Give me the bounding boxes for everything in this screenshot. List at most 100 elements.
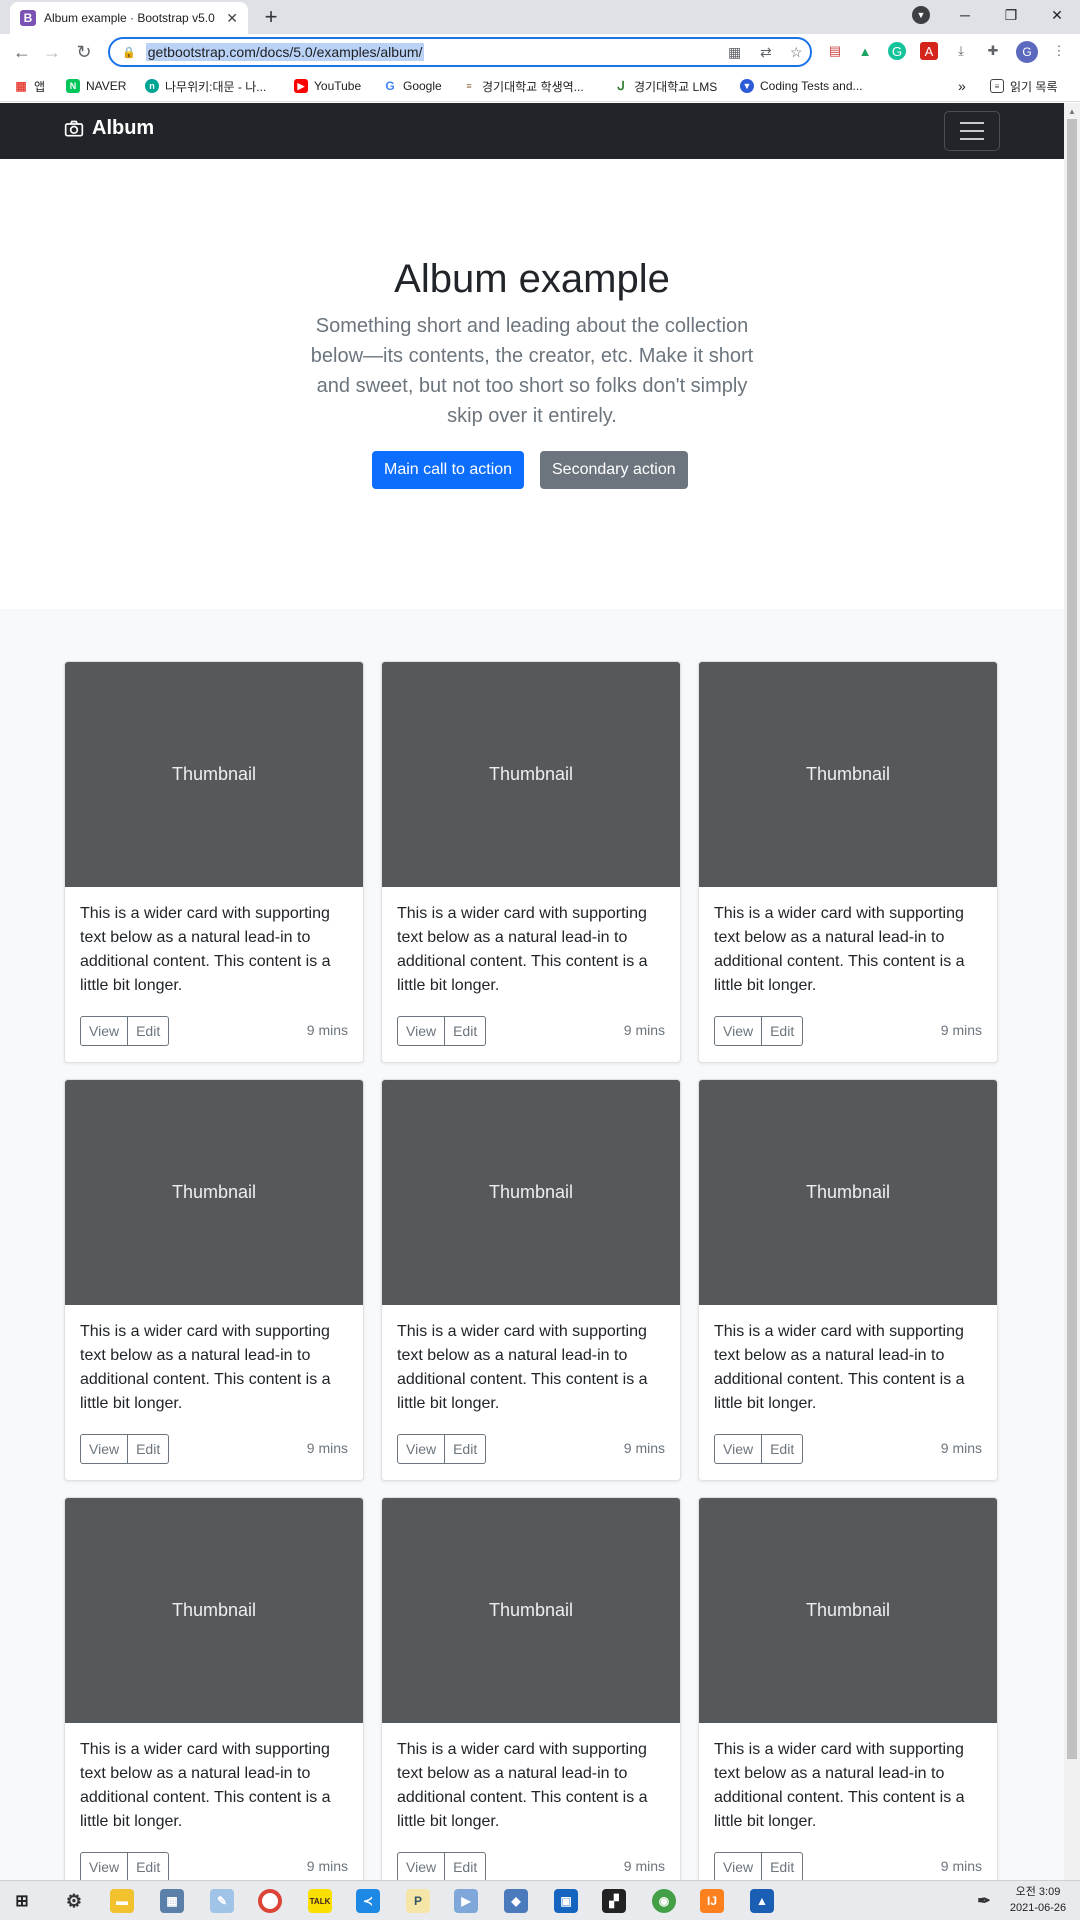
card-time-label: 9 mins [306,1022,348,1038]
bookmark-coding-tests[interactable]: ▼ Coding Tests and... [740,78,863,94]
clock-date: 2021-06-26 [1009,1902,1067,1914]
card-button-group: View Edit [397,1016,487,1046]
back-arrow-icon[interactable]: ← [10,40,34,64]
view-button[interactable]: View [714,1016,763,1046]
window-close-icon[interactable]: ✕ [1034,0,1080,30]
edit-button[interactable]: Edit [128,1434,170,1464]
lock-icon[interactable]: 🔒 [122,46,136,59]
python-file-icon[interactable]: P [406,1889,430,1913]
bookmark-kyonggi-lms[interactable]: ᒍ 경기대학교 LMS [614,78,717,94]
edit-button[interactable]: Edit [762,1016,804,1046]
address-bar[interactable]: 🔒 getbootstrap.com/docs/5.0/examples/alb… [108,37,812,67]
new-tab-button[interactable]: + [258,4,284,30]
view-button[interactable]: View [714,1434,763,1464]
qr-code-icon[interactable]: ▦ [728,44,741,61]
settings-gear-icon[interactable]: ⚙ [62,1889,86,1913]
extensions-puzzle-icon[interactable]: ✚ [984,42,1002,60]
chrome-icon[interactable] [258,1889,282,1913]
thumbnail-label: Thumbnail [488,1600,574,1620]
bookmark-google[interactable]: G Google [383,78,442,94]
pen-workspace-icon[interactable]: ✒ [972,1889,996,1913]
thumbnail-label: Thumbnail [488,1182,574,1202]
url-text[interactable]: getbootstrap.com/docs/5.0/examples/album… [145,43,425,61]
edit-button[interactable]: Edit [762,1852,804,1880]
secondary-action-button[interactable]: Secondary action [540,451,688,489]
view-button[interactable]: View [397,1016,446,1046]
bookmark-label: Coding Tests and... [760,79,863,93]
acrobat-icon[interactable]: A [920,42,938,60]
profile-avatar[interactable]: G [1016,41,1038,63]
notepad-icon[interactable]: ◆ [504,1889,528,1913]
scrollbar-thumb[interactable] [1067,119,1077,1759]
brand-link[interactable]: Album [64,117,154,140]
reload-icon[interactable]: ↻ [72,40,96,64]
card-button-group: View Edit [80,1016,170,1046]
view-button[interactable]: View [397,1852,446,1880]
view-button[interactable]: View [714,1852,763,1880]
bookmark-youtube[interactable]: ▶ YouTube [294,78,361,94]
file-explorer-icon[interactable]: ▬ [110,1889,134,1913]
view-button[interactable]: View [397,1434,446,1464]
download-icon[interactable]: ⤓ [952,42,970,60]
card-text: This is a wider card with supporting tex… [714,1741,965,1830]
bookmark-apps[interactable]: ▦ 앱 [14,78,45,94]
windows-start-icon[interactable]: ⊞ [10,1889,34,1913]
bookmark-naver[interactable]: N NAVER [66,78,126,94]
extension-flag-icon[interactable]: ▤ [826,42,844,60]
intellij-icon[interactable]: IJ [700,1889,724,1913]
sticky-notes-icon[interactable]: ▞ [602,1889,626,1913]
android-icon[interactable]: ◉ [652,1889,676,1913]
scroll-up-icon[interactable]: ▲ [1068,107,1076,116]
card-button-group: View Edit [397,1434,487,1464]
photos-icon[interactable]: ▲ [750,1889,774,1913]
restore-icon[interactable]: ❐ [988,0,1034,30]
minimize-icon[interactable]: ─ [942,0,988,30]
thumbnail-image: Thumbnail [65,662,363,887]
clock-time: 오전 3:09 [1015,1886,1061,1898]
thumbnail-image: Thumbnail [382,1498,680,1723]
google-drive-icon[interactable]: ▲ [856,42,874,60]
naver-icon: N [66,79,80,93]
store-icon[interactable]: ▣ [554,1889,578,1913]
bookmark-label: 경기대학교 학생역... [482,79,584,94]
edit-button[interactable]: Edit [445,1016,487,1046]
view-button[interactable]: View [80,1016,129,1046]
page-scrollbar[interactable]: ▲ [1064,103,1080,1880]
bookmark-namuwiki[interactable]: n 나무위키:대문 - 나... [145,78,266,94]
tab-search-icon[interactable]: ▼ [912,6,930,24]
vscode-icon[interactable]: ≺ [356,1889,380,1913]
navbar-toggler-button[interactable] [944,111,1000,151]
bookmark-label: 나무위키:대문 - 나... [165,79,267,94]
edit-button[interactable]: Edit [445,1434,487,1464]
tab-title: Album example · Bootstrap v5.0 [44,11,215,25]
calculator-icon[interactable]: ▦ [160,1889,184,1913]
kebab-menu-icon[interactable]: ⋮ [1050,42,1068,60]
forward-arrow-icon[interactable]: → [40,40,64,64]
main-call-to-action-button[interactable]: Main call to action [372,451,525,489]
video-editor-icon[interactable]: ▶ [454,1889,478,1913]
bookmark-label: 경기대학교 LMS [634,79,718,94]
paint-icon[interactable]: ✎ [210,1889,234,1913]
view-button[interactable]: View [80,1852,129,1880]
bookmark-star-icon[interactable]: ☆ [790,44,803,61]
bookmarks-overflow-button[interactable]: » [958,78,966,94]
reading-list-button[interactable]: ≡ 읽기 목록 [990,78,1058,94]
edit-button[interactable]: Edit [445,1852,487,1880]
browser-tab[interactable]: B Album example · Bootstrap v5.0 ✕ [10,2,248,34]
browser-toolbar: ← → ↻ 🔒 getbootstrap.com/docs/5.0/exampl… [0,34,1080,70]
kakaotalk-icon[interactable]: TALK [308,1889,332,1913]
tab-close-icon[interactable]: ✕ [226,10,238,27]
apps-grid-icon: ▦ [14,79,28,93]
view-button[interactable]: View [80,1434,129,1464]
edit-button[interactable]: Edit [128,1852,170,1880]
grammarly-icon[interactable]: G [888,42,906,60]
translate-icon[interactable]: ⇄ [760,44,772,61]
taskbar-clock[interactable]: 오전 3:09 2021-06-26 [1000,1884,1076,1916]
page-viewport: Album Album example Something short and … [0,103,1064,1880]
edit-button[interactable]: Edit [128,1016,170,1046]
edit-button[interactable]: Edit [762,1434,804,1464]
album-card: Thumbnail This is a wider card with suppo… [64,1497,364,1880]
bookmark-kyonggi-student[interactable]: ≡ 경기대학교 학생역... [462,78,584,94]
thumbnail-image: Thumbnail [699,1498,997,1723]
bookmark-label: Google [403,79,442,93]
